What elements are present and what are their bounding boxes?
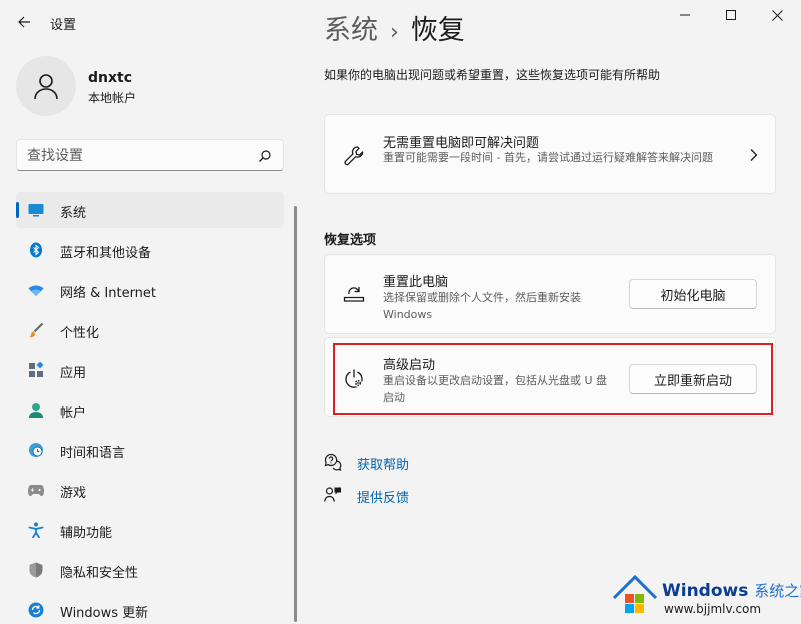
highlight-box [333, 343, 773, 415]
sidebar-item-label: 游戏 [60, 486, 87, 501]
sidebar-item-label: 时间和语言 [60, 446, 126, 461]
troubleshoot-card[interactable]: 无需重置电脑即可解决问题 重置可能需要一段时间 - 首先，请尝试通过运行疑难解答… [324, 114, 776, 194]
breadcrumb-parent[interactable]: 系统 [324, 15, 378, 46]
search-icon[interactable] [257, 148, 273, 164]
brush-icon [28, 322, 44, 338]
sidebar-item-privacy[interactable]: 隐私和安全性 [16, 552, 284, 588]
sidebar-item-label: 隐私和安全性 [60, 566, 139, 581]
search-input[interactable] [27, 146, 247, 166]
troubleshoot-description: 重置可能需要一段时间 - 首先，请尝试通过运行疑难解答来解决问题 [383, 151, 713, 164]
minimize-button[interactable] [662, 0, 708, 30]
back-arrow-icon [18, 16, 30, 28]
sidebar-item-accounts[interactable]: 帐户 [16, 392, 284, 428]
give-feedback-label[interactable]: 提供反馈 [357, 487, 409, 506]
close-button[interactable] [754, 0, 800, 30]
sidebar-item-network[interactable]: 网络 & Internet [16, 272, 284, 308]
reset-pc-description: 选择保留或删除个人文件，然后重新安装 Windows [383, 291, 581, 321]
sidebar-item-time-language[interactable]: 时间和语言 [16, 432, 284, 468]
system-icon [28, 202, 44, 218]
feedback-icon [324, 487, 341, 502]
app-title: 设置 [50, 18, 77, 33]
sidebar-scrollbar[interactable] [294, 206, 297, 622]
reset-pc-card: 重置此电脑 选择保留或删除个人文件，然后重新安装 Windows 初始化电脑 [324, 254, 776, 334]
avatar[interactable] [16, 56, 76, 116]
wifi-icon [28, 282, 44, 298]
chevron-right-icon [750, 149, 758, 161]
sidebar-item-label: 蓝牙和其他设备 [60, 246, 152, 261]
get-help-link[interactable]: 获取帮助 [324, 453, 409, 473]
user-name: dnxtc [88, 70, 133, 86]
watermark: Windows 系统之家 www.bjjmlv.com [598, 566, 801, 624]
bluetooth-icon [28, 242, 44, 258]
user-icon [34, 74, 58, 100]
sidebar-item-label: Windows 更新 [60, 606, 149, 621]
reset-pc-icon [343, 287, 365, 302]
section-title-recovery-options: 恢复选项 [324, 233, 377, 248]
page-title: 恢复 [410, 15, 465, 46]
sidebar-item-personalization[interactable]: 个性化 [16, 312, 284, 348]
sidebar-item-label: 帐户 [60, 406, 87, 421]
sidebar-item-label: 网络 & Internet [60, 286, 157, 301]
maximize-icon [726, 10, 736, 20]
give-feedback-link[interactable]: 提供反馈 [324, 486, 409, 506]
wrench-icon [344, 146, 364, 166]
close-icon [771, 9, 783, 21]
sidebar-nav: 系统 蓝牙和其他设备 网络 & Internet 个性化 应用 帐户 时间和语言… [16, 192, 284, 624]
watermark-url: www.bjjmlv.com [664, 602, 762, 616]
sidebar-item-label: 个性化 [60, 326, 100, 341]
sidebar-item-bluetooth[interactable]: 蓝牙和其他设备 [16, 232, 284, 268]
sidebar-item-apps[interactable]: 应用 [16, 352, 284, 388]
maximize-button[interactable] [708, 0, 754, 30]
watermark-title: Windows 系统之家 [662, 581, 801, 601]
sidebar-item-label: 系统 [60, 206, 87, 221]
sidebar-item-windows-update[interactable]: Windows 更新 [16, 592, 284, 624]
account-icon [28, 402, 44, 418]
page-description: 如果你的电脑出现问题或希望重置，这些恢复选项可能有所帮助 [324, 68, 661, 82]
sidebar-item-system[interactable]: 系统 [16, 192, 284, 228]
accessibility-icon [28, 522, 44, 538]
breadcrumb-separator: › [390, 20, 399, 45]
help-icon [324, 453, 342, 471]
globe-clock-icon [28, 442, 44, 458]
sidebar-item-label: 辅助功能 [60, 526, 113, 541]
gamepad-icon [28, 482, 44, 498]
breadcrumb: 系统 › 恢复 [324, 8, 465, 47]
account-type: 本地帐户 [88, 91, 137, 105]
windows-logo-icon [612, 574, 658, 613]
shield-icon [28, 562, 44, 578]
back-button[interactable] [12, 10, 36, 34]
sidebar-item-label: 应用 [60, 366, 87, 381]
minimize-icon [680, 14, 690, 16]
get-help-label[interactable]: 获取帮助 [357, 454, 409, 473]
sidebar-item-accessibility[interactable]: 辅助功能 [16, 512, 284, 548]
update-icon [28, 602, 44, 618]
search-box[interactable] [16, 139, 284, 171]
apps-icon [28, 362, 44, 378]
reset-pc-button[interactable]: 初始化电脑 [629, 279, 757, 309]
sidebar-item-gaming[interactable]: 游戏 [16, 472, 284, 508]
reset-pc-title: 重置此电脑 [383, 275, 449, 290]
